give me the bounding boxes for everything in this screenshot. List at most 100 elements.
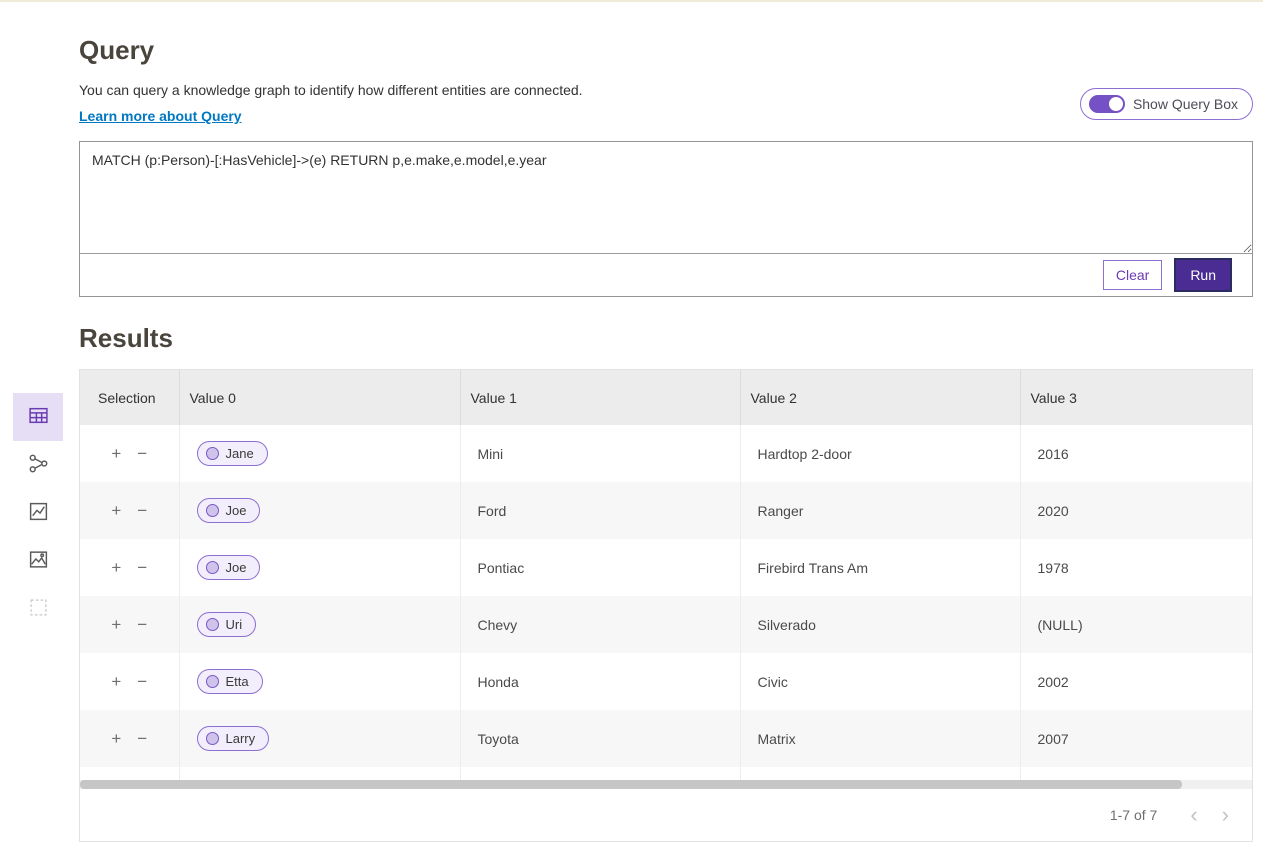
horizontal-scrollbar-track[interactable] — [80, 780, 1252, 789]
value3-cell: 2020 — [1020, 482, 1252, 539]
add-to-selection-button[interactable]: + — [105, 443, 127, 464]
clear-button[interactable]: Clear — [1103, 260, 1162, 290]
entity-pill[interactable]: Joe — [197, 498, 261, 523]
value2-cell: Silverado — [740, 596, 1020, 653]
link-chart-view-button[interactable] — [13, 441, 63, 489]
table-row: + − Uri Chevy Silverado (NULL) — [80, 596, 1252, 653]
table-view-button[interactable] — [13, 393, 63, 441]
entity-label: Jane — [226, 446, 254, 461]
remove-from-selection-button[interactable]: − — [131, 614, 153, 635]
column-header-value3: Value 3 — [1020, 370, 1252, 425]
pagination-bar: 1-7 of 7 ‹ › — [80, 789, 1252, 841]
entity-pill[interactable]: Larry — [197, 726, 270, 751]
remove-from-selection-button[interactable]: − — [131, 500, 153, 521]
value0-cell: Etta — [179, 653, 460, 710]
entity-label: Joe — [226, 503, 247, 518]
table-row: + − Jane Mini Hardtop 2-door 2016 — [80, 425, 1252, 482]
entity-node-icon — [206, 447, 219, 460]
entity-pill[interactable]: Joe — [197, 555, 261, 580]
layout-view-icon — [28, 597, 49, 621]
selection-cell: + − — [80, 596, 179, 653]
selection-cell: + − — [80, 710, 179, 767]
column-header-value2: Value 2 — [740, 370, 1020, 425]
remove-from-selection-button[interactable]: − — [131, 728, 153, 749]
value3-cell: (NULL) — [1020, 596, 1252, 653]
map-view-button[interactable] — [13, 537, 63, 585]
chart-view-button[interactable] — [13, 489, 63, 537]
table-viewport: Selection Value 0 Value 1 Value 2 Value … — [80, 370, 1252, 780]
add-to-selection-button[interactable]: + — [105, 500, 127, 521]
layout-view-button[interactable] — [13, 585, 63, 633]
entity-pill[interactable]: Etta — [197, 669, 263, 694]
remove-from-selection-button[interactable]: − — [131, 443, 153, 464]
entity-label: Etta — [226, 674, 249, 689]
value3-cell: 2002 — [1020, 653, 1252, 710]
entity-pill[interactable]: Uri — [197, 612, 257, 637]
table-row: + − Larry Toyota Matrix 2007 — [80, 710, 1252, 767]
results-table-card: Selection Value 0 Value 1 Value 2 Value … — [79, 369, 1253, 842]
value1-cell: Chevy — [460, 596, 740, 653]
value2-cell: Matrix — [740, 710, 1020, 767]
results-area: Selection Value 0 Value 1 Value 2 Value … — [79, 369, 1253, 842]
value3-cell: 1978 — [1020, 539, 1252, 596]
link-chart-icon — [28, 453, 49, 477]
value1-cell — [460, 767, 740, 780]
value2-cell: Hardtop 2-door — [740, 425, 1020, 482]
remove-from-selection-button[interactable]: − — [131, 557, 153, 578]
selection-cell: + − — [80, 539, 179, 596]
results-title: Results — [79, 323, 1253, 354]
table-row: + − — [80, 767, 1252, 780]
results-table: Selection Value 0 Value 1 Value 2 Value … — [80, 370, 1252, 780]
entity-pill[interactable]: Jane — [197, 441, 268, 466]
query-page: Query You can query a knowledge graph to… — [79, 35, 1253, 842]
value1-cell: Mini — [460, 425, 740, 482]
value3-cell: 2016 — [1020, 425, 1252, 482]
add-to-selection-button[interactable]: + — [105, 557, 127, 578]
column-header-selection: Selection — [80, 370, 179, 425]
entity-node-icon — [206, 561, 219, 574]
entity-node-icon — [206, 618, 219, 631]
run-button[interactable]: Run — [1176, 260, 1230, 290]
add-to-selection-button[interactable]: + — [105, 614, 127, 635]
value0-cell: Uri — [179, 596, 460, 653]
table-row: + − Etta Honda Civic 2002 — [80, 653, 1252, 710]
selection-cell: + − — [80, 767, 179, 780]
value2-cell: Firebird Trans Am — [740, 539, 1020, 596]
query-input[interactable]: MATCH (p:Person)-[:HasVehicle]->(e) RETU… — [80, 142, 1252, 253]
column-header-value1: Value 1 — [460, 370, 740, 425]
query-description: You can query a knowledge graph to ident… — [79, 82, 583, 98]
value1-cell: Pontiac — [460, 539, 740, 596]
value2-cell: Civic — [740, 653, 1020, 710]
map-view-icon — [28, 549, 49, 573]
value0-cell: Larry — [179, 710, 460, 767]
learn-more-link[interactable]: Learn more about Query — [79, 108, 242, 124]
table-row: + − Joe Ford Ranger 2020 — [80, 482, 1252, 539]
pagination-range: 1-7 of 7 — [1110, 807, 1157, 823]
toggle-switch-icon — [1089, 95, 1125, 113]
add-to-selection-button[interactable]: + — [105, 671, 127, 692]
column-header-value0: Value 0 — [179, 370, 460, 425]
remove-from-selection-button[interactable]: − — [131, 671, 153, 692]
selection-cell: + − — [80, 482, 179, 539]
show-query-box-toggle[interactable]: Show Query Box — [1080, 88, 1253, 120]
selection-cell: + − — [80, 425, 179, 482]
value3-cell — [1020, 767, 1252, 780]
query-actions-bar: Clear Run — [80, 253, 1252, 296]
table-row: + − Joe Pontiac Firebird Trans Am 1978 — [80, 539, 1252, 596]
value0-cell: Joe — [179, 539, 460, 596]
value0-cell: Jane — [179, 425, 460, 482]
value2-cell: Ranger — [740, 482, 1020, 539]
query-intro-text: You can query a knowledge graph to ident… — [79, 82, 583, 126]
entity-label: Joe — [226, 560, 247, 575]
entity-node-icon — [206, 732, 219, 745]
chart-view-icon — [28, 501, 49, 525]
toggle-knob — [1109, 97, 1123, 111]
value3-cell: 2007 — [1020, 710, 1252, 767]
entity-label: Larry — [226, 731, 256, 746]
horizontal-scrollbar-thumb[interactable] — [80, 780, 1182, 789]
next-page-icon[interactable]: › — [1213, 804, 1238, 826]
value0-cell — [179, 767, 460, 780]
add-to-selection-button[interactable]: + — [105, 728, 127, 749]
query-box: MATCH (p:Person)-[:HasVehicle]->(e) RETU… — [79, 141, 1253, 297]
previous-page-icon[interactable]: ‹ — [1181, 804, 1206, 826]
